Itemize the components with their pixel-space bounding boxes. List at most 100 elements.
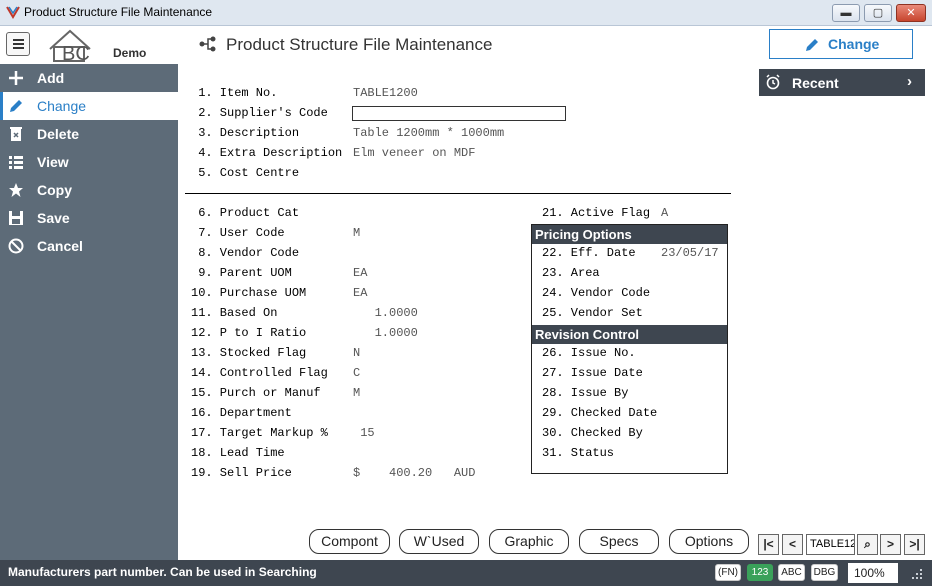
field-value-eff-date: 23/05/17 xyxy=(661,246,719,260)
field-label-status: 31. Status xyxy=(542,446,615,460)
specs-button[interactable]: Specs xyxy=(579,529,659,554)
status-bar: Manufacturers part number. Can be used i… xyxy=(0,560,932,586)
field-label-issue-by: 28. Issue By xyxy=(542,386,629,400)
previous-record-button[interactable]: < xyxy=(782,534,803,555)
section-divider xyxy=(185,193,731,194)
field-label-suppliers-code: 2. Supplier's Code xyxy=(191,106,328,120)
field-label-issue-date: 27. Issue Date xyxy=(542,366,643,380)
caps-lock-indicator: ABC xyxy=(778,564,805,581)
pencil-icon xyxy=(806,39,818,51)
suppliers-code-input[interactable] xyxy=(352,106,566,121)
app-header: BC Demo Product Structure File Maintenan… xyxy=(0,27,932,64)
pencil-icon xyxy=(10,100,22,112)
field-label-active-flag: 21. Active Flag xyxy=(542,206,651,220)
compont-button[interactable]: Compont xyxy=(309,529,390,554)
num-lock-indicator: 123 xyxy=(747,564,773,581)
last-record-button[interactable]: >| xyxy=(904,534,925,555)
field-value-active-flag: A xyxy=(661,206,669,220)
field-label-purch-or-manuf: 15. Purch or Manuf xyxy=(191,386,321,400)
field-label-issue-no: 26. Issue No. xyxy=(542,346,636,360)
field-label-item-no: 1. Item No. xyxy=(191,86,278,100)
plus-icon xyxy=(9,71,23,85)
field-label-area: 23. Area xyxy=(542,266,600,280)
star-icon xyxy=(9,183,23,197)
field-value-purch-or-manuf: M xyxy=(353,386,361,400)
field-value-based-on: 1.0000 xyxy=(353,306,418,320)
app-logo-icon xyxy=(6,6,20,19)
field-label-cost-centre: 5. Cost Centre xyxy=(191,166,300,180)
company-logo: BC xyxy=(49,29,91,63)
sidebar-item-save[interactable]: Save xyxy=(0,204,178,232)
zoom-selector[interactable]: 100% ⌄ xyxy=(848,563,898,583)
field-label-target-markup: 17. Target Markup % xyxy=(191,426,328,440)
field-label-eff-date: 22. Eff. Date xyxy=(542,246,636,260)
field-label-vendor-code: 8. Vendor Code xyxy=(191,246,300,260)
logo-demo-label: Demo xyxy=(113,46,147,60)
field-label-based-on: 11. Based On xyxy=(191,306,278,320)
cancel-icon xyxy=(8,238,24,254)
sidebar-item-view[interactable]: View xyxy=(0,148,178,176)
minimize-button[interactable]: ▬ xyxy=(832,4,860,22)
field-label-checked-date: 29. Checked Date xyxy=(542,406,658,420)
list-icon xyxy=(9,156,23,169)
field-label-parent-uom: 9. Parent UOM xyxy=(191,266,292,280)
field-value-target-markup: 15 xyxy=(353,426,375,440)
field-value-controlled-flag: C xyxy=(353,366,361,380)
logo-brand: BC xyxy=(62,43,90,63)
recent-label: Recent xyxy=(792,75,839,91)
status-message: Manufacturers part number. Can be used i… xyxy=(8,565,317,579)
hamburger-menu-button[interactable] xyxy=(6,32,30,56)
sidebar-item-cancel[interactable]: Cancel xyxy=(0,232,178,260)
field-label-stocked-flag: 13. Stocked Flag xyxy=(191,346,307,360)
field-label-purchase-uom: 10. Purchase UOM xyxy=(191,286,307,300)
fn-indicator: (FN) xyxy=(715,564,741,581)
structure-tree-icon xyxy=(199,36,216,52)
field-label-sell-price: 19. Sell Price xyxy=(191,466,292,480)
field-value-item-no: TABLE1200 xyxy=(353,86,418,100)
page-title: Product Structure File Maintenance xyxy=(226,35,493,54)
sidebar-item-add[interactable]: Add xyxy=(0,64,178,92)
field-label-description: 3. Description xyxy=(191,126,300,140)
field-value-extra-description: Elm veneer on MDF xyxy=(353,146,476,160)
field-value-purchase-uom: EA xyxy=(353,286,368,300)
graphic-button[interactable]: Graphic xyxy=(489,529,569,554)
options-button[interactable]: Options xyxy=(669,529,749,554)
debug-indicator: DBG xyxy=(811,564,838,581)
change-mode-button[interactable]: Change xyxy=(769,29,913,59)
next-record-button[interactable]: > xyxy=(880,534,901,555)
sidebar-item-delete[interactable]: Delete xyxy=(0,120,178,148)
close-button[interactable]: ✕ xyxy=(896,4,926,22)
field-label-product-cat: 6. Product Cat xyxy=(191,206,300,220)
pricing-options-heading: Pricing Options xyxy=(532,225,727,244)
title-bar: Product Structure File Maintenance ▬ ▢ ✕ xyxy=(0,0,932,26)
field-value-user-code: M xyxy=(353,226,361,240)
field-label-department: 16. Department xyxy=(191,406,292,420)
resize-grip-icon[interactable] xyxy=(908,565,924,581)
field-value-p-to-i-ratio: 1.0000 xyxy=(353,326,418,340)
action-sidebar: Add Change Delete View Copy Save Cancel xyxy=(0,64,178,560)
revision-control-heading: Revision Control xyxy=(532,325,727,344)
field-label-extra-description: 4. Extra Description xyxy=(191,146,343,160)
field-label-vendor-set: 25. Vendor Set xyxy=(542,306,643,320)
recent-panel-toggle[interactable]: Recent › xyxy=(759,69,925,96)
field-label-p-to-i-ratio: 12. P to I Ratio xyxy=(191,326,307,340)
chevron-right-icon: › xyxy=(907,73,912,90)
floppy-icon xyxy=(9,211,23,225)
where-used-button[interactable]: W`Used xyxy=(399,529,479,554)
maximize-button[interactable]: ▢ xyxy=(864,4,892,22)
field-label-checked-by: 30. Checked By xyxy=(542,426,643,440)
field-value-stocked-flag: N xyxy=(353,346,361,360)
field-label-user-code: 7. User Code xyxy=(191,226,285,240)
field-value-description: Table 1200mm * 1000mm xyxy=(353,126,505,140)
sidebar-item-change[interactable]: Change xyxy=(0,92,178,120)
field-label-controlled-flag: 14. Controlled Flag xyxy=(191,366,328,380)
current-record-field[interactable]: TABLE1200 xyxy=(806,534,855,555)
sidebar-item-copy[interactable]: Copy xyxy=(0,176,178,204)
field-value-parent-uom: EA xyxy=(353,266,368,280)
trash-icon xyxy=(10,127,22,141)
first-record-button[interactable]: |< xyxy=(758,534,779,555)
field-label-lead-time: 18. Lead Time xyxy=(191,446,285,460)
window-title: Product Structure File Maintenance xyxy=(24,5,213,19)
change-mode-label: Change xyxy=(828,36,880,52)
search-record-button[interactable]: ⌕ xyxy=(857,534,878,555)
